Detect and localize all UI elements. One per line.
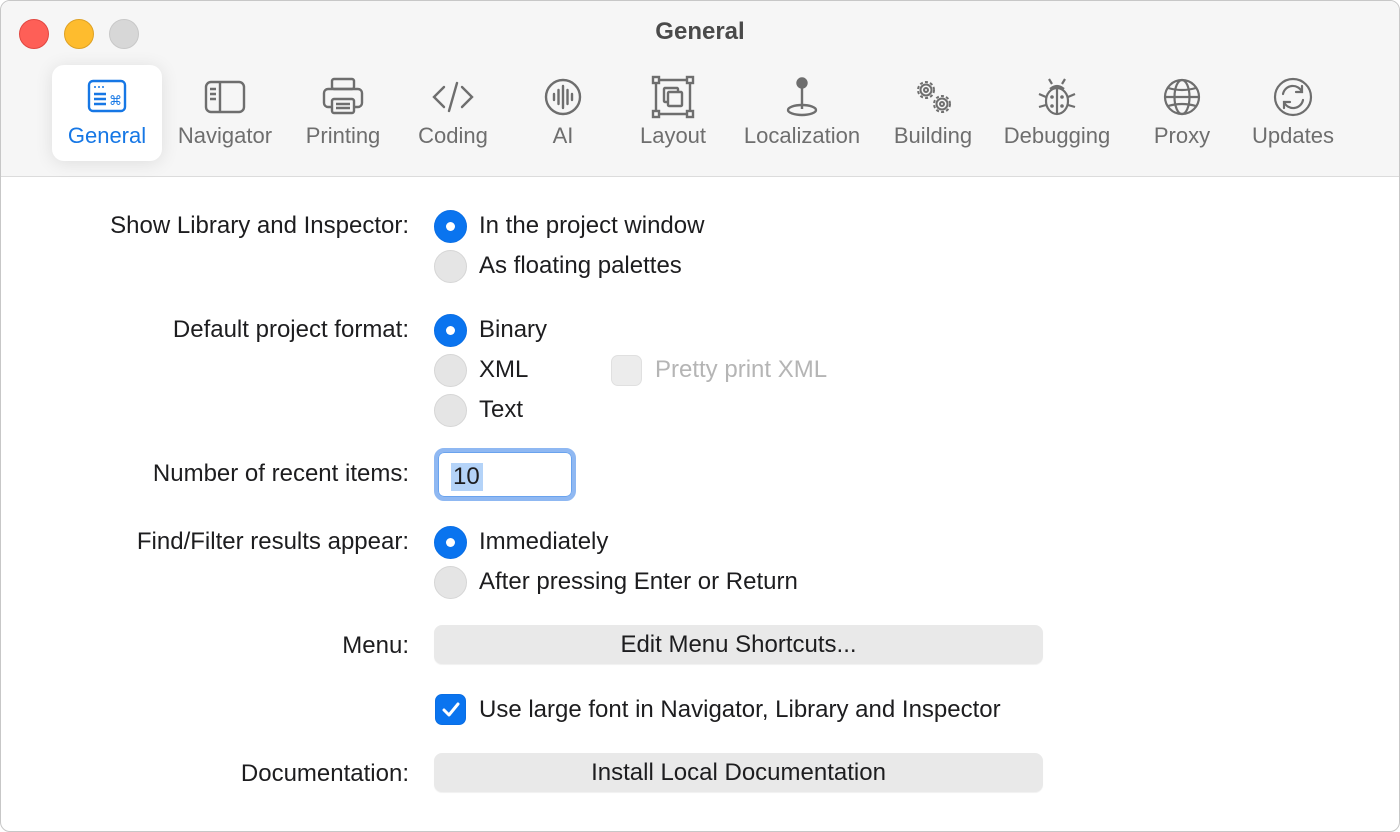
window-title: General [655,18,745,45]
find-radio-immediately[interactable] [434,526,467,559]
library-radio-project-window[interactable] [434,210,467,243]
gears-icon [911,75,955,119]
library-option-project-window[interactable]: In the project window [479,212,704,240]
tab-label: AI [552,123,574,148]
tab-debugging[interactable]: Debugging [995,65,1119,161]
tab-ai[interactable]: AI [523,65,603,161]
large-font-checkbox[interactable] [435,694,466,725]
tab-label: Building [893,123,973,148]
ladybug-icon [1035,75,1079,119]
pretty-print-xml-label: Pretty print XML [655,356,828,383]
format-radio-xml[interactable] [434,354,467,387]
library-radio-floating[interactable] [434,250,467,283]
find-filter-label: Find/Filter results appear: [136,528,409,555]
tab-printing[interactable]: Printing [291,65,395,161]
tab-navigator[interactable]: Navigator [169,65,281,161]
recent-items-input[interactable]: 10 [434,448,576,501]
format-option-xml[interactable]: XML [479,356,528,384]
tab-localization[interactable]: Localization [734,65,870,161]
pretty-print-xml-checkbox[interactable] [611,355,642,386]
general-icon: ⌘ [85,75,129,119]
waveform-icon [541,75,585,119]
tab-label: Printing [305,123,381,148]
globe-icon [1160,75,1204,119]
code-brackets-icon [431,75,475,119]
refresh-icon [1271,75,1315,119]
tab-coding[interactable]: Coding [405,65,501,161]
recent-items-value: 10 [451,463,483,491]
tab-label: Coding [418,123,488,148]
layout-icon [651,75,695,119]
tab-label: General [67,123,147,148]
library-option-floating[interactable]: As floating palettes [479,252,682,280]
tab-label: Layout [639,123,707,148]
edit-menu-shortcuts-button[interactable]: Edit Menu Shortcuts... [434,625,1043,664]
format-option-binary[interactable]: Binary [479,316,547,344]
install-local-documentation-button[interactable]: Install Local Documentation [434,753,1043,792]
library-label: Show Library and Inspector: [110,212,409,239]
documentation-label: Documentation: [240,760,409,787]
tab-label: Localization [743,123,861,148]
checkmark-icon [442,702,460,717]
sidebar-icon [203,75,247,119]
find-option-after-enter[interactable]: After pressing Enter or Return [479,568,798,596]
find-radio-after-enter[interactable] [434,566,467,599]
tab-building[interactable]: Building [885,65,981,161]
format-label: Default project format: [172,316,409,343]
menu-label: Menu: [342,632,409,659]
find-option-immediately[interactable]: Immediately [479,528,608,556]
tab-label: Proxy [1153,123,1211,148]
preferences-window: General ⌘ General Navigator Printing Cod… [0,0,1400,832]
tab-label: Updates [1252,123,1334,148]
large-font-label[interactable]: Use large font in Navigator, Library and… [479,696,1001,724]
recent-items-label: Number of recent items: [152,460,409,487]
tab-layout[interactable]: Layout [629,65,717,161]
location-pin-icon [780,75,824,119]
tab-updates[interactable]: Updates [1241,65,1345,161]
printer-icon [321,75,365,119]
tab-proxy[interactable]: Proxy [1139,65,1225,161]
toolbar: General ⌘ General Navigator Printing Cod… [1,1,1399,177]
svg-text:⌘: ⌘ [109,94,122,109]
format-radio-binary[interactable] [434,314,467,347]
tab-label: Debugging [1003,123,1111,148]
tab-label: Navigator [177,123,273,148]
format-radio-text[interactable] [434,394,467,427]
format-option-text[interactable]: Text [479,396,523,424]
tab-general[interactable]: ⌘ General [52,65,162,161]
